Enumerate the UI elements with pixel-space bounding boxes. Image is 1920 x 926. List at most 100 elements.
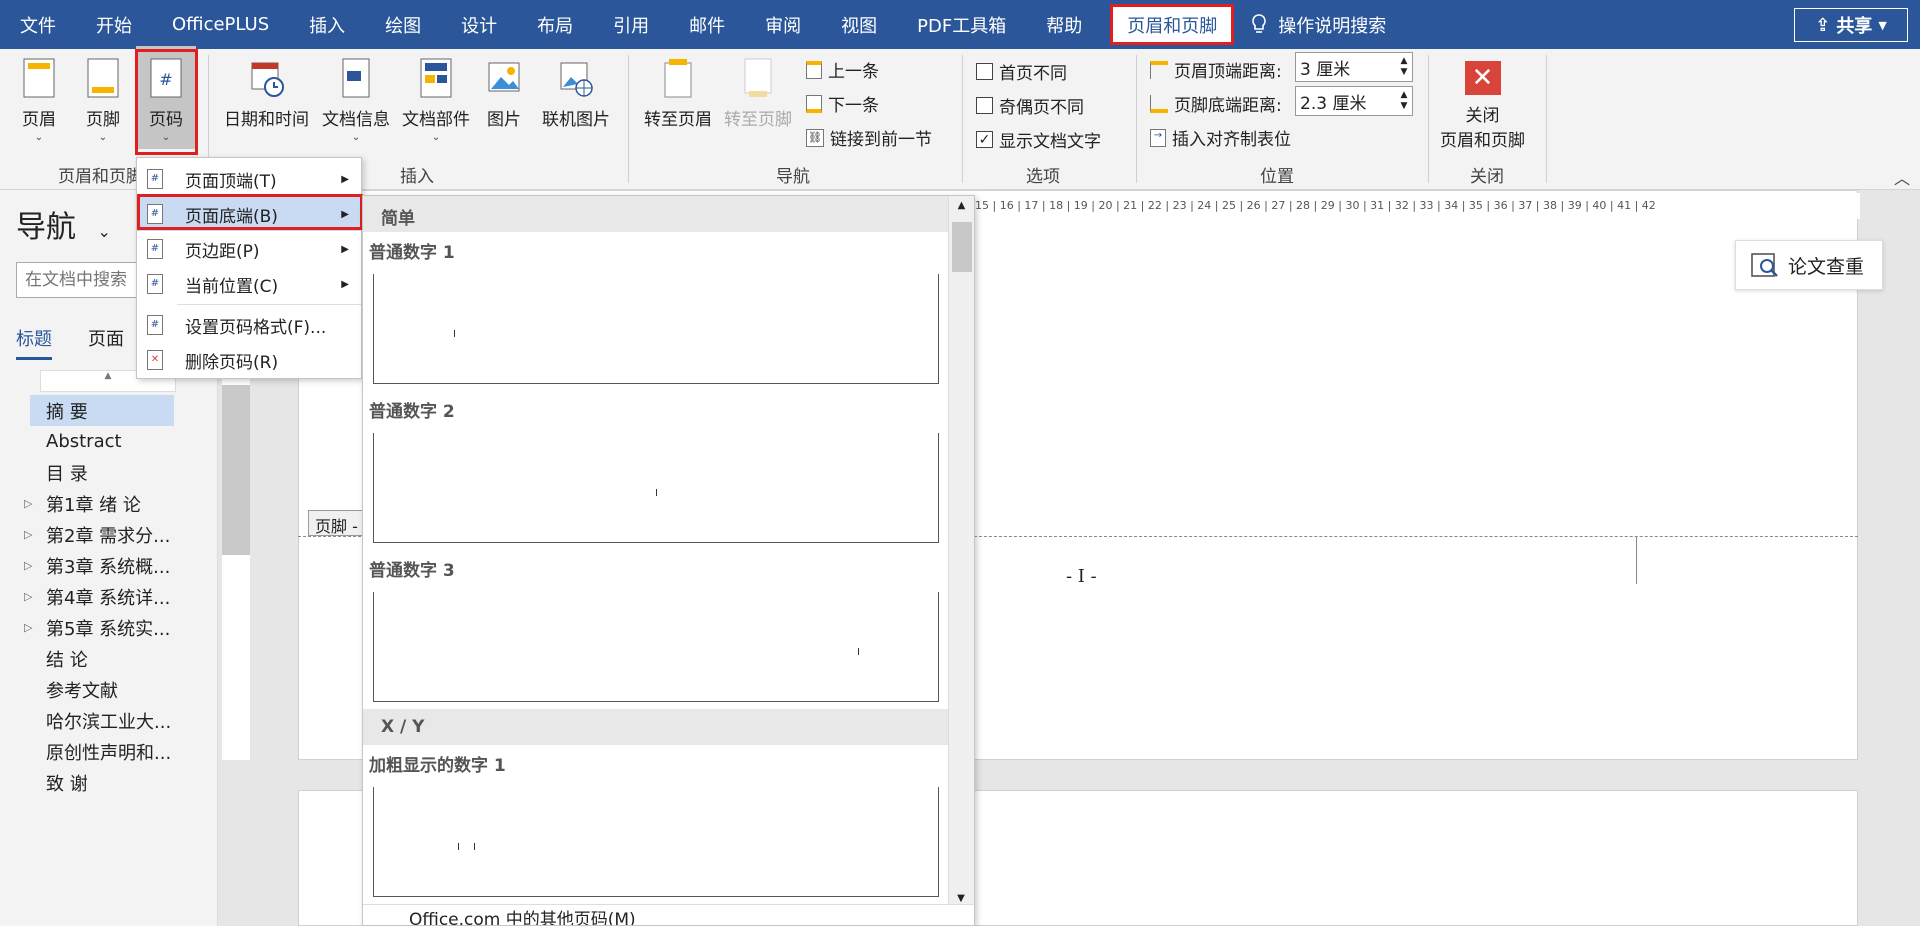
- online-picture-button[interactable]: 联机图片: [542, 57, 610, 130]
- footer-button[interactable]: 页脚 ⌄: [86, 57, 120, 143]
- list-item[interactable]: ▷ 第1章 绪 论: [24, 488, 174, 519]
- list-item[interactable]: 原创性声明和...: [30, 736, 174, 767]
- list-item[interactable]: Abstract: [30, 426, 174, 457]
- tab-headings[interactable]: 标题: [16, 325, 52, 360]
- expand-icon[interactable]: ▷: [24, 559, 32, 572]
- tab-officeplus[interactable]: OfficePLUS: [152, 0, 289, 49]
- separator: [628, 55, 629, 183]
- show-doc-text-checkbox[interactable]: ✓ 显示文档文字: [976, 127, 1101, 152]
- picture-button[interactable]: 图片: [487, 57, 521, 130]
- doc-parts-button[interactable]: 文档部件 ⌄: [402, 57, 470, 143]
- footer-page-number[interactable]: - I -: [1066, 566, 1097, 587]
- tab-mailings[interactable]: 邮件: [669, 0, 745, 49]
- tab-pages[interactable]: 页面: [88, 325, 124, 351]
- chevron-down-icon[interactable]: ⌄: [98, 222, 111, 241]
- tab-home[interactable]: 开始: [76, 0, 152, 49]
- tab-pdf-tools[interactable]: PDF工具箱: [897, 0, 1026, 49]
- goto-header-button[interactable]: 转至页眉: [644, 57, 712, 130]
- essay-check-label: 论文查重: [1788, 255, 1865, 278]
- share-button[interactable]: ⇪ 共享 ▼: [1794, 8, 1908, 42]
- close-label-line2: 页眉和页脚: [1440, 131, 1525, 151]
- expand-icon[interactable]: ▷: [24, 590, 32, 603]
- list-item[interactable]: 参考文献: [30, 674, 174, 705]
- list-item[interactable]: 哈尔滨工业大...: [30, 705, 174, 736]
- list-item[interactable]: 目 录: [30, 457, 174, 488]
- gallery-item-plain-number-2[interactable]: [373, 433, 939, 543]
- tab-layout[interactable]: 布局: [517, 0, 593, 49]
- header-top-value: 3 厘米: [1300, 59, 1351, 80]
- expand-icon[interactable]: ▷: [24, 528, 32, 541]
- collapse-ribbon-icon[interactable]: ︿: [1894, 165, 1910, 189]
- menu-item-current-position[interactable]: # 当前位置(C) ▶: [137, 267, 361, 301]
- menu-item-top-of-page[interactable]: # 页面顶端(T) ▶: [137, 162, 361, 196]
- tab-file[interactable]: 文件: [0, 0, 76, 49]
- separator: [1546, 55, 1547, 183]
- menu-item-remove-page-numbers[interactable]: ✕ 删除页码(R): [137, 343, 361, 377]
- gallery-item-plain-number-3[interactable]: [373, 592, 939, 702]
- footer-bottom-label: 页脚底端距离:: [1174, 96, 1282, 116]
- submenu-arrow-icon: ▶: [341, 278, 349, 290]
- list-item[interactable]: 结 论: [30, 643, 174, 674]
- gallery-scrollbar[interactable]: ▲ ▼: [948, 196, 974, 906]
- lightbulb-icon: [1252, 13, 1267, 33]
- ruler-margin-shade: [222, 385, 250, 555]
- gallery-item-plain-number-1[interactable]: [373, 274, 939, 384]
- tab-design[interactable]: 设计: [441, 0, 517, 49]
- expand-icon[interactable]: ▷: [24, 621, 32, 634]
- goto-footer-label: 转至页脚: [724, 110, 792, 130]
- show-doc-text-label: 显示文档文字: [999, 132, 1101, 152]
- spinner-arrows-icon[interactable]: ▲ ▼: [1396, 90, 1412, 112]
- list-item[interactable]: ▷ 第4章 系统详...: [24, 581, 174, 612]
- tab-view[interactable]: 视图: [821, 0, 897, 49]
- header-label: 页眉: [22, 110, 56, 130]
- gallery-section-xy: X / Y: [363, 709, 948, 745]
- page-number-menu: # 页面顶端(T) ▶ # 页面底端(B) ▶ # 页边距(P) ▶ # 当前位置(C) ▶ #…: [136, 157, 362, 379]
- tab-draw[interactable]: 绘图: [365, 0, 441, 49]
- group-close-label: 关闭: [1470, 167, 1504, 187]
- header-button[interactable]: 页眉 ⌄: [22, 57, 56, 143]
- more-page-numbers-item[interactable]: Office.com 中的其他页码(M): [363, 904, 974, 925]
- header-top-distance-input[interactable]: 3 厘米 ▲ ▼: [1295, 52, 1413, 82]
- list-item[interactable]: ▷ 第3章 系统概...: [24, 550, 174, 581]
- tab-header-footer[interactable]: 页眉和页脚: [1110, 4, 1235, 45]
- footer-bottom-distance-input[interactable]: 2.3 厘米 ▲ ▼: [1295, 86, 1413, 116]
- close-header-footer-button[interactable]: ✕ 关闭 页眉和页脚: [1440, 61, 1525, 151]
- insert-alignment-tab-button[interactable]: → 插入对齐制表位: [1150, 125, 1291, 150]
- goto-footer-button[interactable]: 转至页脚: [724, 57, 792, 130]
- list-item[interactable]: ▷ 第2章 需求分...: [24, 519, 174, 550]
- checkbox-checked-icon: ✓: [976, 131, 993, 148]
- spinner-arrows-icon[interactable]: ▲ ▼: [1396, 56, 1412, 78]
- scroll-down-icon[interactable]: ▼: [949, 893, 973, 904]
- list-item[interactable]: 摘 要: [30, 395, 174, 426]
- tell-me-label: 操作说明搜索: [1278, 15, 1387, 37]
- first-page-different-checkbox[interactable]: 首页不同: [976, 59, 1067, 84]
- header-top-label: 页眉顶端距离:: [1174, 62, 1282, 82]
- date-time-button[interactable]: 日期和时间: [224, 57, 309, 130]
- menu-item-page-margins[interactable]: # 页边距(P) ▶: [137, 232, 361, 266]
- odd-even-different-checkbox[interactable]: 奇偶页不同: [976, 93, 1084, 118]
- scroll-up-icon[interactable]: ▲: [949, 200, 974, 211]
- tab-insert[interactable]: 插入: [289, 0, 365, 49]
- next-button[interactable]: 下一条: [806, 91, 879, 116]
- doc-info-button[interactable]: 文档信息 ⌄: [322, 57, 390, 143]
- tell-me-search[interactable]: 操作说明搜索: [1250, 12, 1386, 38]
- menu-item-format-page-numbers[interactable]: # 设置页码格式(F)...: [137, 308, 361, 342]
- list-item-label: 第3章 系统概...: [46, 556, 171, 578]
- online-picture-label: 联机图片: [542, 110, 610, 130]
- gallery-item-bold-number-1[interactable]: [373, 787, 939, 897]
- expand-icon[interactable]: ▷: [24, 497, 32, 510]
- tab-references[interactable]: 引用: [593, 0, 669, 49]
- horizontal-ruler[interactable]: 15 | 16 | 17 | 18 | 19 | 20 | 21 | 22 | …: [975, 193, 1860, 219]
- header-top-distance-row: 页眉顶端距离:: [1150, 57, 1282, 82]
- previous-button[interactable]: 上一条: [806, 57, 879, 82]
- tab-help[interactable]: 帮助: [1026, 0, 1102, 49]
- scrollbar-thumb[interactable]: [952, 222, 972, 272]
- list-item[interactable]: 致 谢: [30, 767, 174, 798]
- footer-icon: [87, 58, 119, 98]
- tab-review[interactable]: 审阅: [745, 0, 821, 49]
- list-item[interactable]: ▷ 第5章 系统实...: [24, 612, 174, 643]
- essay-check-button[interactable]: 论文查重: [1735, 240, 1883, 290]
- heading-list: 摘 要 Abstract 目 录 ▷ 第1章 绪 论 ▷ 第2章 需求分... ▷ 第…: [24, 395, 174, 798]
- submenu-arrow-icon: ▶: [341, 173, 349, 185]
- link-to-previous-button[interactable]: ⛓ 链接到前一节: [806, 125, 932, 150]
